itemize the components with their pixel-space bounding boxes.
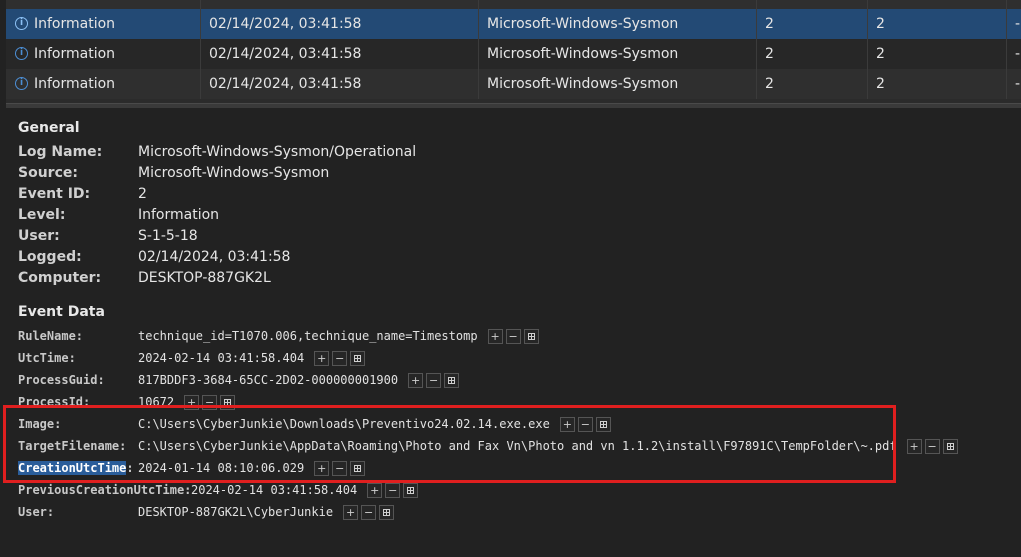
level-cell: i Information xyxy=(6,69,201,99)
add-column-icon[interactable] xyxy=(523,328,539,344)
table-row-selected[interactable]: i Information 02/14/2024, 03:41:58 Micros… xyxy=(6,9,1021,39)
add-filter-button[interactable]: + xyxy=(408,372,424,388)
event-id-cell: 2 xyxy=(757,39,868,69)
table-row[interactable]: i Information 02/14/2024, 03:41:58 Micros… xyxy=(6,39,1021,69)
exclude-filter-button[interactable]: − xyxy=(426,372,442,388)
extra-cell: - xyxy=(1015,46,1021,62)
exclude-filter-button[interactable]: − xyxy=(505,328,521,344)
add-column-icon[interactable] xyxy=(220,394,236,410)
add-filter-button[interactable]: + xyxy=(314,350,330,366)
event-detail-pane: General Log Name: Microsoft-Windows-Sysm… xyxy=(6,108,1021,557)
add-column-icon[interactable] xyxy=(942,438,958,454)
event-id-cell: 2 xyxy=(757,9,868,39)
event-id-cell: 2 xyxy=(757,69,868,99)
source-cell: Microsoft-Windows-Sysmon xyxy=(479,69,757,99)
event-list-table: i Information 02/14/2024, 03:41:58 Micros… xyxy=(6,0,1021,105)
exclude-filter-button[interactable]: − xyxy=(385,482,401,498)
source-cell: Microsoft-Windows-Sysmon xyxy=(479,39,757,69)
table-row[interactable] xyxy=(6,0,1021,9)
table-row[interactable]: i Information 02/14/2024, 03:41:58 Micros… xyxy=(6,69,1021,99)
exclude-filter-button[interactable]: − xyxy=(332,460,348,476)
info-icon: i xyxy=(15,46,28,60)
date-cell: 02/14/2024, 03:41:58 xyxy=(201,39,479,69)
exclude-filter-button[interactable]: − xyxy=(202,394,218,410)
add-column-icon[interactable] xyxy=(350,460,366,476)
add-filter-button[interactable]: + xyxy=(184,394,200,410)
add-filter-button[interactable]: + xyxy=(559,416,575,432)
add-filter-button[interactable]: + xyxy=(906,438,922,454)
add-filter-button[interactable]: + xyxy=(487,328,503,344)
task-cell: 2 xyxy=(868,9,1007,39)
date-cell: 02/14/2024, 03:41:58 xyxy=(201,69,479,99)
add-filter-button[interactable]: + xyxy=(367,482,383,498)
extra-cell: - xyxy=(1015,16,1021,32)
date-cell: 02/14/2024, 03:41:58 xyxy=(201,9,479,39)
exclude-filter-button[interactable]: − xyxy=(577,416,593,432)
add-column-icon[interactable] xyxy=(350,350,366,366)
exclude-filter-button[interactable]: − xyxy=(924,438,940,454)
info-icon: i xyxy=(15,16,28,30)
exclude-filter-button[interactable]: − xyxy=(361,504,377,520)
add-filter-button[interactable]: + xyxy=(343,504,359,520)
add-column-icon[interactable] xyxy=(379,504,395,520)
source-cell: Microsoft-Windows-Sysmon xyxy=(479,9,757,39)
exclude-filter-button[interactable]: − xyxy=(332,350,348,366)
level-cell: i Information xyxy=(6,39,201,69)
add-filter-button[interactable]: + xyxy=(314,460,330,476)
level-cell: i Information xyxy=(6,9,201,39)
task-cell: 2 xyxy=(868,69,1007,99)
add-column-icon[interactable] xyxy=(403,482,419,498)
add-column-icon[interactable] xyxy=(444,372,460,388)
general-section-title: General xyxy=(18,120,80,136)
add-column-icon[interactable] xyxy=(595,416,611,432)
event-data-section-title: Event Data xyxy=(18,304,105,320)
info-icon: i xyxy=(15,76,28,90)
task-cell: 2 xyxy=(868,39,1007,69)
extra-cell: - xyxy=(1015,76,1021,92)
